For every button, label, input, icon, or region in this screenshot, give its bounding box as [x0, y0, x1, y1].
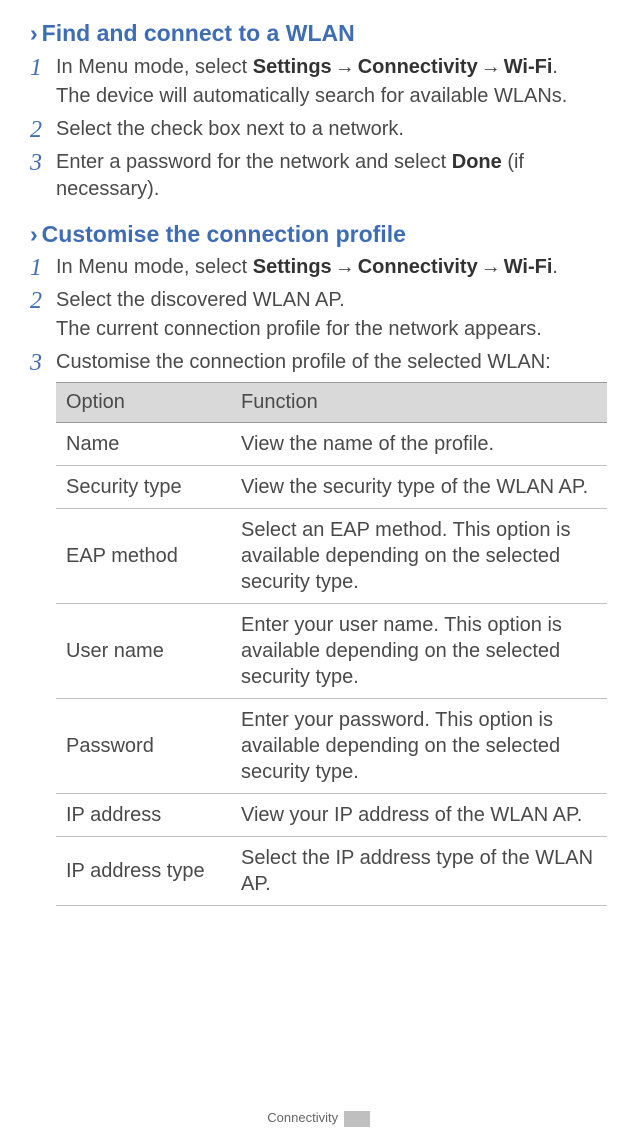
cell-option: IP address	[56, 794, 231, 837]
steps-section2: 1 In Menu mode, select Settings → Connec…	[30, 254, 607, 906]
step-1: 1 In Menu mode, select Settings → Connec…	[30, 54, 607, 110]
cell-function: Select the IP address type of the WLAN A…	[231, 837, 607, 906]
step-subtext: The current connection profile for the n…	[56, 316, 542, 343]
step-body: Select the discovered WLAN AP. The curre…	[56, 287, 542, 343]
cell-function: Select an EAP method. This option is ava…	[231, 509, 607, 604]
arrow-right-icon: →	[478, 54, 504, 81]
th-option: Option	[56, 383, 231, 423]
heading-customise-profile: ›Customise the connection profile	[30, 221, 607, 249]
text: Select the discovered WLAN AP.	[56, 289, 345, 311]
cell-option: Security type	[56, 466, 231, 509]
text: Enter a password for the network and sel…	[56, 151, 452, 173]
heading-text: Customise the connection profile	[42, 221, 406, 247]
cell-function: Enter your user name. This option is ava…	[231, 604, 607, 699]
cell-option: User name	[56, 604, 231, 699]
table-header-row: Option Function	[56, 383, 607, 423]
step-2: 2 Select the discovered WLAN AP. The cur…	[30, 287, 607, 343]
table-row: IP address type Select the IP address ty…	[56, 837, 607, 906]
text: In Menu mode, select	[56, 56, 253, 78]
step-number: 3	[30, 149, 56, 175]
page-footer: Connectivity	[0, 1110, 637, 1127]
heading-find-connect: ›Find and connect to a WLAN	[30, 20, 607, 48]
arrow-right-icon: →	[332, 254, 358, 281]
step-body: Select the check box next to a network.	[56, 116, 404, 143]
table-row: Security type View the security type of …	[56, 466, 607, 509]
bold-settings: Settings	[253, 56, 332, 78]
step-number: 2	[30, 287, 56, 313]
page: ›Find and connect to a WLAN 1 In Menu mo…	[0, 0, 637, 1145]
page-number-box	[344, 1111, 370, 1127]
cell-option: Password	[56, 699, 231, 794]
step-3: 3 Customise the connection profile of th…	[30, 349, 607, 906]
heading-text: Find and connect to a WLAN	[42, 20, 355, 46]
footer-label: Connectivity	[267, 1110, 338, 1125]
bold-connectivity: Connectivity	[358, 256, 478, 278]
options-table: Option Function Name View the name of th…	[56, 382, 607, 906]
step-number: 1	[30, 254, 56, 280]
step-3: 3 Enter a password for the network and s…	[30, 149, 607, 203]
cell-function: View the name of the profile.	[231, 423, 607, 466]
step-2: 2 Select the check box next to a network…	[30, 116, 607, 143]
cell-option: EAP method	[56, 509, 231, 604]
text: Customise the connection profile of the …	[56, 351, 551, 373]
bold-wifi: Wi-Fi	[504, 256, 553, 278]
table-row: EAP method Select an EAP method. This op…	[56, 509, 607, 604]
step-subtext: The device will automatically search for…	[56, 83, 567, 110]
bold-wifi: Wi-Fi	[504, 56, 553, 78]
table-row: User name Enter your user name. This opt…	[56, 604, 607, 699]
cell-function: View your IP address of the WLAN AP.	[231, 794, 607, 837]
table-row: IP address View your IP address of the W…	[56, 794, 607, 837]
cell-option: IP address type	[56, 837, 231, 906]
cell-function: View the security type of the WLAN AP.	[231, 466, 607, 509]
step-body: Enter a password for the network and sel…	[56, 149, 607, 203]
step-number: 2	[30, 116, 56, 142]
arrow-right-icon: →	[478, 254, 504, 281]
text: In Menu mode, select	[56, 256, 253, 278]
step-body: In Menu mode, select Settings → Connecti…	[56, 54, 567, 110]
table-row: Password Enter your password. This optio…	[56, 699, 607, 794]
table-row: Name View the name of the profile.	[56, 423, 607, 466]
bold-settings: Settings	[253, 256, 332, 278]
cell-function: Enter your password. This option is avai…	[231, 699, 607, 794]
steps-section1: 1 In Menu mode, select Settings → Connec…	[30, 54, 607, 203]
th-function: Function	[231, 383, 607, 423]
chevron-right-icon: ›	[30, 221, 38, 247]
step-number: 3	[30, 349, 56, 375]
step-body: Customise the connection profile of the …	[56, 349, 607, 906]
step-body: In Menu mode, select Settings → Connecti…	[56, 254, 558, 281]
bold-done: Done	[452, 151, 502, 173]
bold-connectivity: Connectivity	[358, 56, 478, 78]
text: .	[552, 256, 558, 278]
cell-option: Name	[56, 423, 231, 466]
chevron-right-icon: ›	[30, 20, 38, 46]
step-number: 1	[30, 54, 56, 80]
text: .	[552, 56, 558, 78]
arrow-right-icon: →	[332, 54, 358, 81]
step-1: 1 In Menu mode, select Settings → Connec…	[30, 254, 607, 281]
